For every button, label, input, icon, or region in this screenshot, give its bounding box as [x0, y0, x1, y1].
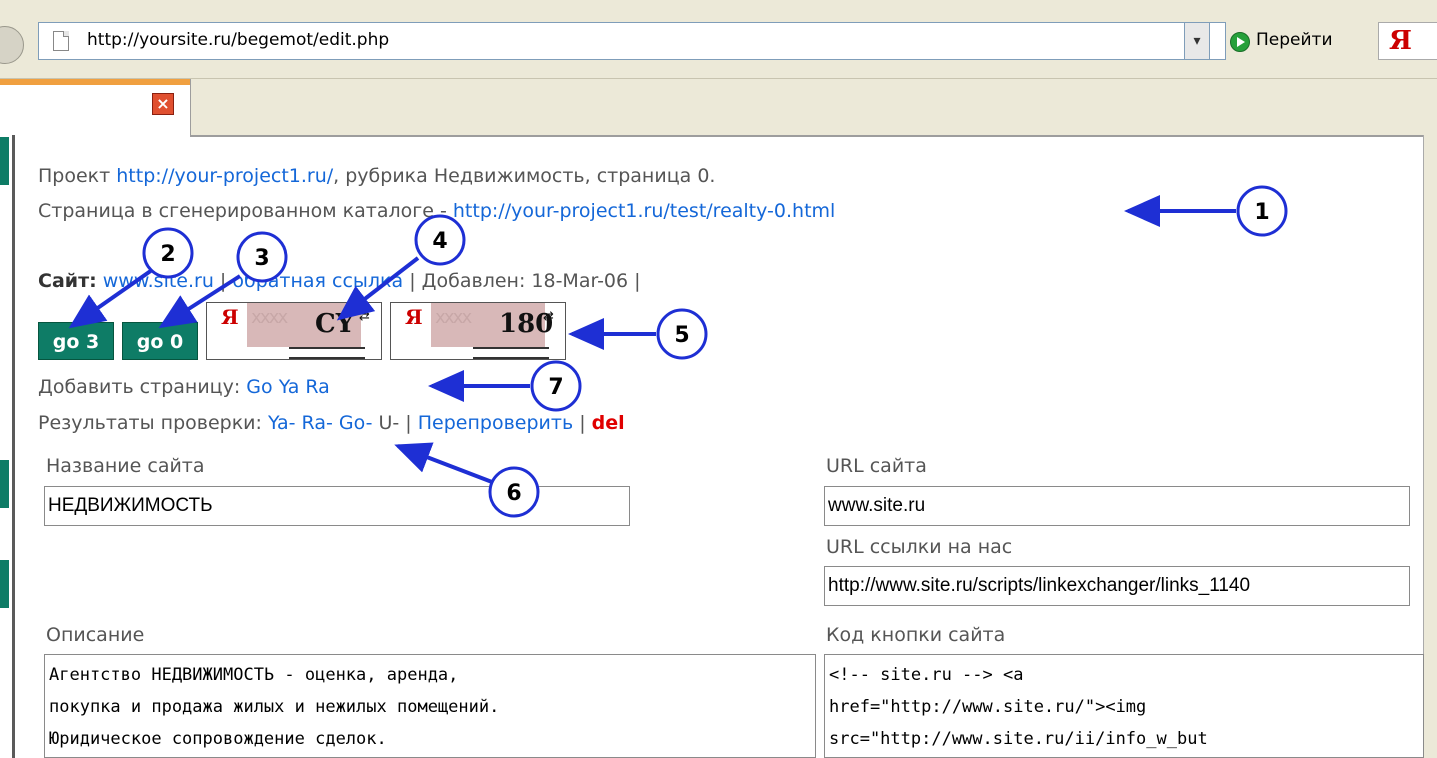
badge-lines — [289, 347, 365, 359]
site-label: Сайт: — [38, 270, 97, 292]
button-code-textarea[interactable]: <!-- site.ru --> <a href="http://www.sit… — [824, 654, 1424, 758]
address-text[interactable]: http://yoursite.ru/begemot/edit.php — [87, 30, 389, 50]
site-url-link[interactable]: www.site.ru — [103, 270, 214, 292]
side-marker — [0, 460, 9, 508]
tab-active[interactable]: × — [0, 79, 191, 137]
check-results-line: Результаты проверки: Ya- Ra- Go- U- | Пе… — [38, 412, 625, 434]
close-tab-icon[interactable]: × — [152, 93, 174, 115]
delete-link[interactable]: del — [592, 412, 625, 434]
project-rubric-text: , рубрика Недвижимость, страница 0. — [333, 165, 716, 187]
tab-highlight — [0, 79, 190, 85]
refresh-icon: ⇄ — [543, 309, 554, 324]
back-button[interactable] — [0, 26, 24, 64]
add-page-line: Добавить страницу: Go Ya Ra — [38, 376, 330, 398]
side-marker — [0, 137, 9, 185]
project-url-link[interactable]: http://your-project1.ru/ — [116, 165, 333, 187]
address-bar[interactable]: http://yoursite.ru/begemot/edit.php — [38, 22, 1226, 60]
project-label: Проект — [38, 165, 111, 187]
yandex-cy-button[interactable]: Я xxxx CY ⇄ — [206, 302, 382, 360]
catalog-label: Страница в сгенерированном каталоге - — [38, 200, 447, 222]
badge-lines — [473, 347, 549, 359]
yandex-cy-value: CY — [315, 309, 355, 339]
backlink-url-input[interactable]: http://www.site.ru/scripts/linkexchanger… — [824, 566, 1410, 606]
go0-button[interactable]: go 0 — [122, 322, 198, 360]
site-name-label: Название сайта — [46, 455, 205, 477]
description-textarea[interactable]: Агентство НЕДВИЖИМОСТЬ - оценка, аренда,… — [44, 654, 816, 758]
pattern-decoration: xxxx — [435, 307, 472, 328]
refresh-icon: ⇄ — [359, 309, 370, 324]
yandex-logo-icon: Я — [1389, 26, 1412, 56]
check-results-label: Результаты проверки: — [38, 412, 262, 434]
add-page-go-link[interactable]: Go — [246, 376, 272, 398]
site-line: Сайт: www.site.ru | обратная ссылка | До… — [38, 270, 641, 292]
add-page-label: Добавить страницу: — [38, 376, 241, 398]
check-separator: | — [405, 412, 412, 434]
yandex-180-button[interactable]: Я xxxx 180 ⇄ — [390, 302, 566, 360]
backlink-url-label: URL ссылки на нас — [826, 536, 1013, 558]
tab-strip: × — [0, 79, 1437, 137]
address-dropdown-icon[interactable]: ▾ — [1184, 22, 1210, 60]
page-icon — [53, 31, 69, 51]
add-page-ya-link[interactable]: Ya — [279, 376, 300, 398]
recheck-link[interactable]: Перепроверить — [418, 412, 573, 434]
check-ya-link[interactable]: Ya- — [268, 412, 296, 434]
site-separator: | — [219, 270, 227, 292]
side-marker — [0, 560, 9, 608]
site-url-label: URL сайта — [826, 455, 927, 477]
backlink-link[interactable]: обратная ссылка — [232, 270, 403, 292]
project-line: Проект http://your-project1.ru/, рубрика… — [38, 165, 715, 187]
frame-right-edge — [1423, 135, 1437, 758]
pattern-decoration: xxxx — [251, 307, 288, 328]
go-button[interactable]: Перейти — [1256, 30, 1333, 50]
go-icon[interactable] — [1230, 32, 1250, 52]
site-url-input[interactable]: www.site.ru — [824, 486, 1410, 526]
site-name-input[interactable]: НЕДВИЖИМОСТЬ — [44, 486, 630, 526]
description-label: Описание — [46, 624, 145, 646]
check-separator: | — [579, 412, 586, 434]
added-date: | Добавлен: 18-Mar-06 | — [409, 270, 641, 292]
go3-button[interactable]: go 3 — [38, 322, 114, 360]
catalog-url-link[interactable]: http://your-project1.ru/test/realty-0.ht… — [453, 200, 835, 222]
yandex-logo-icon: Я — [221, 305, 239, 329]
browser-toolbar: http://yoursite.ru/begemot/edit.php ▾ Пе… — [0, 0, 1437, 79]
check-u-status: U- — [378, 412, 400, 434]
add-page-ra-link[interactable]: Ra — [305, 376, 329, 398]
check-ra-link[interactable]: Ra- — [302, 412, 333, 434]
check-go-link[interactable]: Go- — [339, 412, 373, 434]
yandex-search-button[interactable]: Я — [1378, 22, 1437, 60]
yandex-logo-icon: Я — [405, 305, 423, 329]
button-code-label: Код кнопки сайта — [826, 624, 1006, 646]
catalog-line: Страница в сгенерированном каталоге - ht… — [38, 200, 835, 222]
